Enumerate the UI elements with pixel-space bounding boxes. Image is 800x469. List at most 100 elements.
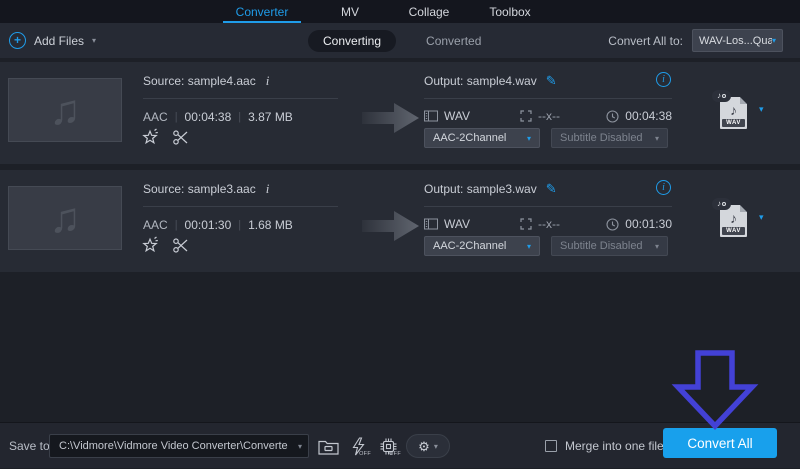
save-path-combo: ▾ [49, 434, 309, 458]
file-row: ♫ Source: sample3.aac i AAC | 00:01:30 |… [0, 170, 800, 272]
divider [424, 98, 672, 99]
rename-pencil-icon[interactable]: ✎ [546, 181, 557, 197]
audio-codec-value: AAC-2Channel [433, 132, 527, 144]
audio-type-badge-icon: ♪ [712, 198, 731, 210]
row-tools [141, 128, 189, 146]
music-note-icon: ♪ [720, 102, 747, 118]
merge-into-one-file-option[interactable]: Merge into one file [545, 423, 664, 469]
edit-effect-icon[interactable] [141, 236, 159, 254]
separator: | [238, 111, 241, 123]
source-meta: AAC | 00:01:30 | 1.68 MB [143, 218, 293, 232]
tab-mv[interactable]: MV [311, 0, 389, 23]
transfer-arrow-icon [362, 210, 420, 242]
source-filename: Source: sample4.aac [143, 74, 256, 88]
resolution-icon [520, 218, 532, 230]
merge-checkbox[interactable] [545, 440, 557, 452]
subtitle-value: Subtitle Disabled [560, 132, 655, 144]
chevron-down-icon: ▾ [527, 242, 531, 251]
output-duration-group: 00:01:30 [606, 217, 672, 231]
add-files-label: Add Files [34, 34, 84, 48]
audio-codec-dropdown[interactable]: AAC-2Channel ▾ [424, 236, 540, 256]
save-to-label: Save to: [9, 423, 53, 469]
merge-label: Merge into one file [565, 439, 664, 453]
audio-type-badge-icon: ♪ [712, 90, 731, 102]
open-folder-button[interactable] [316, 435, 340, 457]
music-note-icon: ♫ [49, 89, 81, 131]
output-line: Output: sample3.wav ✎ [424, 181, 557, 197]
format-badge: WAV [722, 227, 745, 235]
add-files-button[interactable]: + Add Files ▾ [9, 23, 96, 58]
convert-all-button[interactable]: Convert All [663, 428, 777, 458]
source-info-icon[interactable]: i [266, 73, 270, 89]
format-caret-icon[interactable]: ▾ [759, 212, 764, 223]
output-meta: WAV --x-- 00:04:38 [424, 109, 672, 123]
output-format: WAV [444, 217, 470, 231]
output-line: Output: sample4.wav ✎ [424, 73, 557, 89]
convert-all-to-label: Convert All to: [608, 34, 683, 48]
add-plus-icon: + [9, 32, 26, 49]
row-tools [141, 236, 189, 254]
converted-filter-tab[interactable]: Converted [411, 30, 496, 52]
output-meta: WAV --x-- 00:01:30 [424, 217, 672, 231]
music-note-icon: ♫ [49, 197, 81, 239]
convert-all-to-dropdown[interactable]: WAV-Los...Quality ▾ [692, 29, 783, 52]
cut-icon[interactable] [172, 237, 189, 254]
divider [143, 98, 338, 99]
format-badge: WAV [722, 119, 745, 127]
transfer-arrow-icon [362, 102, 420, 134]
tab-converter[interactable]: Converter [213, 0, 311, 23]
output-file-icon[interactable]: ♪ WAV ♪ [712, 90, 756, 132]
clock-icon [606, 218, 619, 231]
settings-button[interactable]: ⚙ ▾ [406, 434, 450, 458]
video-converter-app: Converter MV Collage Toolbox + Add Files… [0, 0, 800, 468]
subtitle-dropdown[interactable]: Subtitle Disabled ▾ [551, 236, 668, 256]
source-info-icon[interactable]: i [266, 181, 270, 197]
file-thumbnail[interactable]: ♫ [8, 78, 122, 142]
separator: | [175, 111, 178, 123]
chevron-down-icon: ▾ [655, 242, 659, 251]
gpu-acceleration-button[interactable]: OFF [376, 435, 400, 457]
audio-codec-dropdown[interactable]: AAC-2Channel ▾ [424, 128, 540, 148]
tab-converter-label: Converter [236, 5, 289, 19]
output-duration: 00:01:30 [625, 217, 672, 231]
source-format: AAC [143, 110, 168, 124]
convert-all-to-group: Convert All to: WAV-Los...Quality ▾ [608, 23, 783, 58]
source-meta: AAC | 00:04:38 | 3.87 MB [143, 110, 293, 124]
queue-filter-segment: Converting Converted [308, 23, 496, 58]
divider [143, 206, 338, 207]
tab-collage[interactable]: Collage [389, 0, 469, 23]
file-thumbnail[interactable]: ♫ [8, 186, 122, 250]
resolution-icon [520, 110, 532, 122]
output-info-icon[interactable]: i [656, 180, 671, 195]
chevron-down-icon: ▾ [655, 134, 659, 143]
output-filename: Output: sample3.wav [424, 182, 537, 196]
hardware-acceleration-button[interactable]: OFF [346, 435, 370, 457]
output-file-icon[interactable]: ♪ WAV ♪ [712, 198, 756, 240]
off-label: OFF [359, 451, 371, 457]
output-format-group: WAV [424, 109, 470, 123]
divider [424, 206, 672, 207]
format-caret-icon[interactable]: ▾ [759, 104, 764, 115]
chevron-down-icon[interactable]: ▾ [298, 442, 302, 451]
cut-icon[interactable] [172, 129, 189, 146]
source-line: Source: sample4.aac i [143, 73, 269, 89]
output-resolution: --x-- [538, 109, 560, 123]
output-resolution-group: --x-- [520, 109, 560, 123]
toolbar: + Add Files ▾ Converting Converted Conve… [0, 23, 800, 58]
output-filename: Output: sample4.wav [424, 74, 537, 88]
film-icon [424, 110, 438, 122]
output-resolution: --x-- [538, 217, 560, 231]
bottom-bar: Save to: ▾ OFF OF [0, 422, 800, 468]
audio-codec-value: AAC-2Channel [433, 240, 527, 252]
source-duration: 00:01:30 [185, 218, 232, 232]
rename-pencil-icon[interactable]: ✎ [546, 73, 557, 89]
subtitle-dropdown[interactable]: Subtitle Disabled ▾ [551, 128, 668, 148]
edit-effect-icon[interactable] [141, 128, 159, 146]
save-path-input[interactable] [49, 434, 309, 458]
output-format-group: WAV [424, 217, 470, 231]
tab-toolbox[interactable]: Toolbox [469, 0, 551, 23]
music-note-icon: ♪ [720, 210, 747, 226]
separator: | [175, 219, 178, 231]
output-info-icon[interactable]: i [656, 72, 671, 87]
converting-filter-tab[interactable]: Converting [308, 30, 396, 52]
